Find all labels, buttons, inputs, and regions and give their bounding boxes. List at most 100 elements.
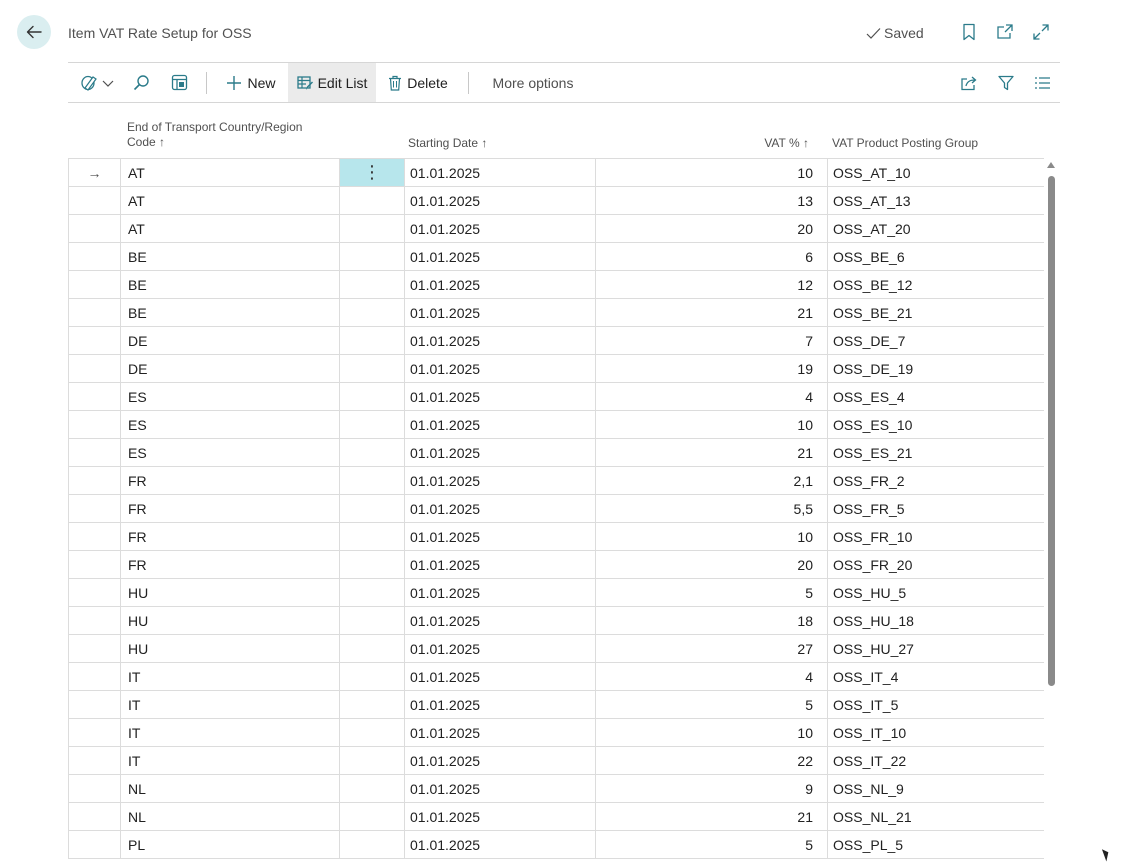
cell-country-code[interactable]: DE: [120, 354, 340, 383]
page-layout-button[interactable]: [166, 63, 192, 102]
table-row[interactable]: FR 01.01.2025 20 OSS_FR_20: [68, 550, 1044, 579]
table-row[interactable]: FR 01.01.2025 5,5 OSS_FR_5: [68, 494, 1044, 523]
cell-starting-date[interactable]: 01.01.2025: [404, 466, 596, 495]
cell-starting-date[interactable]: 01.01.2025: [404, 494, 596, 523]
column-header-country-code[interactable]: End of Transport Country/Region Code ↑: [127, 120, 302, 150]
cell-country-code[interactable]: BE: [120, 270, 340, 299]
table-row[interactable]: PL 01.01.2025 5 OSS_PL_5: [68, 830, 1044, 859]
row-indicator[interactable]: [68, 466, 121, 495]
row-indicator[interactable]: [68, 550, 121, 579]
table-row[interactable]: ES 01.01.2025 10 OSS_ES_10: [68, 410, 1044, 439]
cell-vat-percent[interactable]: 13: [595, 186, 828, 215]
cell-posting-group[interactable]: OSS_HU_5: [827, 578, 1044, 607]
row-action-menu[interactable]: [339, 718, 405, 747]
cell-vat-percent[interactable]: 10: [595, 410, 828, 439]
cell-starting-date[interactable]: 01.01.2025: [404, 298, 596, 327]
row-action-menu[interactable]: [339, 690, 405, 719]
cell-posting-group[interactable]: OSS_FR_20: [827, 550, 1044, 579]
cell-country-code[interactable]: FR: [120, 522, 340, 551]
expand-button[interactable]: [1031, 22, 1051, 42]
row-indicator[interactable]: [68, 606, 121, 635]
row-indicator[interactable]: [68, 214, 121, 243]
cell-posting-group[interactable]: OSS_AT_13: [827, 186, 1044, 215]
row-action-menu[interactable]: [339, 578, 405, 607]
cell-country-code[interactable]: IT: [120, 746, 340, 775]
cell-vat-percent[interactable]: 4: [595, 662, 828, 691]
row-action-menu[interactable]: [339, 550, 405, 579]
delete-button[interactable]: Delete: [384, 63, 452, 102]
cell-vat-percent[interactable]: 21: [595, 802, 828, 831]
cell-posting-group[interactable]: OSS_NL_21: [827, 802, 1044, 831]
cell-vat-percent[interactable]: 6: [595, 242, 828, 271]
cell-posting-group[interactable]: OSS_IT_5: [827, 690, 1044, 719]
cell-country-code[interactable]: HU: [120, 606, 340, 635]
cell-country-code[interactable]: AT: [120, 214, 340, 243]
cell-country-code[interactable]: FR: [120, 466, 340, 495]
cell-country-code[interactable]: IT: [120, 662, 340, 691]
cell-posting-group[interactable]: OSS_ES_21: [827, 438, 1044, 467]
cell-vat-percent[interactable]: 10: [595, 158, 828, 187]
cell-vat-percent[interactable]: 22: [595, 746, 828, 775]
table-row[interactable]: IT 01.01.2025 22 OSS_IT_22: [68, 746, 1044, 775]
row-action-menu[interactable]: [339, 802, 405, 831]
row-action-menu[interactable]: [339, 326, 405, 355]
cell-posting-group[interactable]: OSS_NL_9: [827, 774, 1044, 803]
cell-posting-group[interactable]: OSS_FR_2: [827, 466, 1044, 495]
cell-country-code[interactable]: AT: [120, 186, 340, 215]
table-row[interactable]: HU 01.01.2025 5 OSS_HU_5: [68, 578, 1044, 607]
table-row[interactable]: AT 01.01.2025 20 OSS_AT_20: [68, 214, 1044, 243]
row-indicator[interactable]: [68, 634, 121, 663]
row-action-menu[interactable]: [339, 214, 405, 243]
cell-vat-percent[interactable]: 20: [595, 550, 828, 579]
new-button[interactable]: New: [218, 63, 284, 102]
row-indicator[interactable]: [68, 242, 121, 271]
cell-vat-percent[interactable]: 19: [595, 354, 828, 383]
cell-starting-date[interactable]: 01.01.2025: [404, 270, 596, 299]
scrollbar-thumb[interactable]: [1048, 176, 1055, 686]
cell-country-code[interactable]: FR: [120, 494, 340, 523]
row-action-menu[interactable]: [339, 242, 405, 271]
cell-starting-date[interactable]: 01.01.2025: [404, 410, 596, 439]
table-row[interactable]: BE 01.01.2025 21 OSS_BE_21: [68, 298, 1044, 327]
cell-country-code[interactable]: PL: [120, 830, 340, 859]
cell-vat-percent[interactable]: 5: [595, 690, 828, 719]
cell-vat-percent[interactable]: 4: [595, 382, 828, 411]
column-header-posting-group[interactable]: VAT Product Posting Group: [832, 136, 978, 151]
cell-vat-percent[interactable]: 10: [595, 718, 828, 747]
cell-posting-group[interactable]: OSS_HU_18: [827, 606, 1044, 635]
cell-country-code[interactable]: NL: [120, 774, 340, 803]
scroll-up-arrow-icon[interactable]: [1047, 162, 1055, 168]
row-indicator[interactable]: [68, 690, 121, 719]
cell-starting-date[interactable]: 01.01.2025: [404, 718, 596, 747]
vertical-scrollbar[interactable]: [1046, 162, 1056, 862]
row-action-menu[interactable]: [339, 774, 405, 803]
cell-starting-date[interactable]: 01.01.2025: [404, 382, 596, 411]
cell-starting-date[interactable]: 01.01.2025: [404, 662, 596, 691]
row-action-menu[interactable]: [339, 634, 405, 663]
row-action-menu[interactable]: [339, 662, 405, 691]
cell-posting-group[interactable]: OSS_BE_21: [827, 298, 1044, 327]
cell-country-code[interactable]: ES: [120, 410, 340, 439]
table-row[interactable]: DE 01.01.2025 7 OSS_DE_7: [68, 326, 1044, 355]
cell-starting-date[interactable]: 01.01.2025: [404, 774, 596, 803]
cell-starting-date[interactable]: 01.01.2025: [404, 326, 596, 355]
cell-posting-group[interactable]: OSS_BE_6: [827, 242, 1044, 271]
row-action-menu[interactable]: [339, 410, 405, 439]
row-indicator[interactable]: [68, 270, 121, 299]
row-indicator[interactable]: [68, 354, 121, 383]
table-row[interactable]: HU 01.01.2025 27 OSS_HU_27: [68, 634, 1044, 663]
cell-starting-date[interactable]: 01.01.2025: [404, 634, 596, 663]
cell-country-code[interactable]: BE: [120, 298, 340, 327]
table-row[interactable]: NL 01.01.2025 9 OSS_NL_9: [68, 774, 1044, 803]
cell-starting-date[interactable]: 01.01.2025: [404, 214, 596, 243]
row-action-menu[interactable]: [339, 270, 405, 299]
cell-vat-percent[interactable]: 7: [595, 326, 828, 355]
row-indicator[interactable]: [68, 410, 121, 439]
row-indicator[interactable]: [68, 382, 121, 411]
cell-vat-percent[interactable]: 12: [595, 270, 828, 299]
column-header-starting-date[interactable]: Starting Date ↑: [408, 136, 487, 151]
back-button[interactable]: [17, 15, 51, 49]
cell-vat-percent[interactable]: 20: [595, 214, 828, 243]
cell-vat-percent[interactable]: 5,5: [595, 494, 828, 523]
row-indicator[interactable]: [68, 746, 121, 775]
